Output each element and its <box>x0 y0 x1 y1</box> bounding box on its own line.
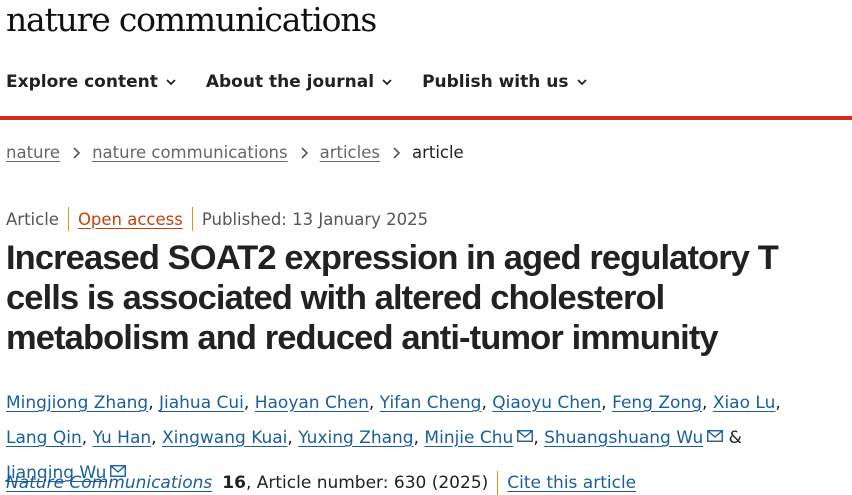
author-link[interactable]: Lang Qin <box>6 428 82 448</box>
author-link[interactable]: Jiahua Cui <box>159 393 244 413</box>
author-link[interactable]: Xingwang Kuai <box>162 428 287 448</box>
journal-logo[interactable]: nature communications <box>6 0 377 40</box>
author-link[interactable]: Qiaoyu Chen <box>492 393 601 413</box>
nav-about-the-journal[interactable]: About the journal <box>206 72 392 92</box>
article-meta: Article Open access Published: 13 Januar… <box>6 207 428 231</box>
author-link[interactable]: Haoyan Chen <box>255 393 369 413</box>
nav-label: Publish with us <box>422 72 569 92</box>
nav-publish-with-us[interactable]: Publish with us <box>422 72 587 92</box>
chevron-down-icon <box>382 79 392 86</box>
author-link[interactable]: Minjie Chu <box>424 428 513 448</box>
author-link[interactable]: Yifan Cheng <box>380 393 482 413</box>
cite-this-article-link[interactable]: Cite this article <box>507 473 636 493</box>
author-link[interactable]: Shuangshuang Wu <box>544 428 703 448</box>
article-type: Article <box>6 209 59 229</box>
author-link[interactable]: Mingjiong Zhang <box>6 393 148 413</box>
published-date: Published: 13 January 2025 <box>201 209 429 229</box>
breadcrumb-articles[interactable]: articles <box>320 143 380 162</box>
article-number: , Article number: 630 (2025) <box>245 473 489 493</box>
author-link[interactable]: Yu Han <box>93 428 152 448</box>
citation-line: Nature Communications 16 , Article numbe… <box>6 471 636 495</box>
header-divider <box>0 116 852 120</box>
main-nav: Explore content About the journal Publis… <box>6 72 617 92</box>
meta-divider <box>67 207 69 231</box>
meta-divider <box>191 207 193 231</box>
breadcrumb-nature[interactable]: nature <box>6 143 60 162</box>
nav-label: Explore content <box>6 72 158 92</box>
chevron-right-icon <box>393 146 400 159</box>
journal-link[interactable]: Nature Communications <box>6 473 212 493</box>
chevron-right-icon <box>301 146 308 159</box>
email-icon[interactable] <box>707 430 724 442</box>
breadcrumb-current: article <box>411 143 464 162</box>
nav-explore-content[interactable]: Explore content <box>6 72 176 92</box>
citation-divider <box>497 471 499 495</box>
chevron-right-icon <box>73 146 81 159</box>
breadcrumb-nature-communications[interactable]: nature communications <box>92 143 288 162</box>
chevron-down-icon <box>576 79 587 86</box>
author-link[interactable]: Xiao Lu <box>713 393 776 413</box>
article-title: Increased SOAT2 expression in aged regul… <box>6 239 779 357</box>
open-access-link[interactable]: Open access <box>78 210 183 229</box>
author-link[interactable]: Feng Zong <box>612 393 702 413</box>
author-link[interactable]: Yuxing Zhang <box>298 428 413 448</box>
email-icon[interactable] <box>517 430 534 442</box>
nav-label: About the journal <box>205 72 375 92</box>
volume-number: 16 <box>222 473 246 493</box>
breadcrumb: nature nature communications articles ar… <box>6 143 464 162</box>
chevron-down-icon <box>166 79 176 86</box>
